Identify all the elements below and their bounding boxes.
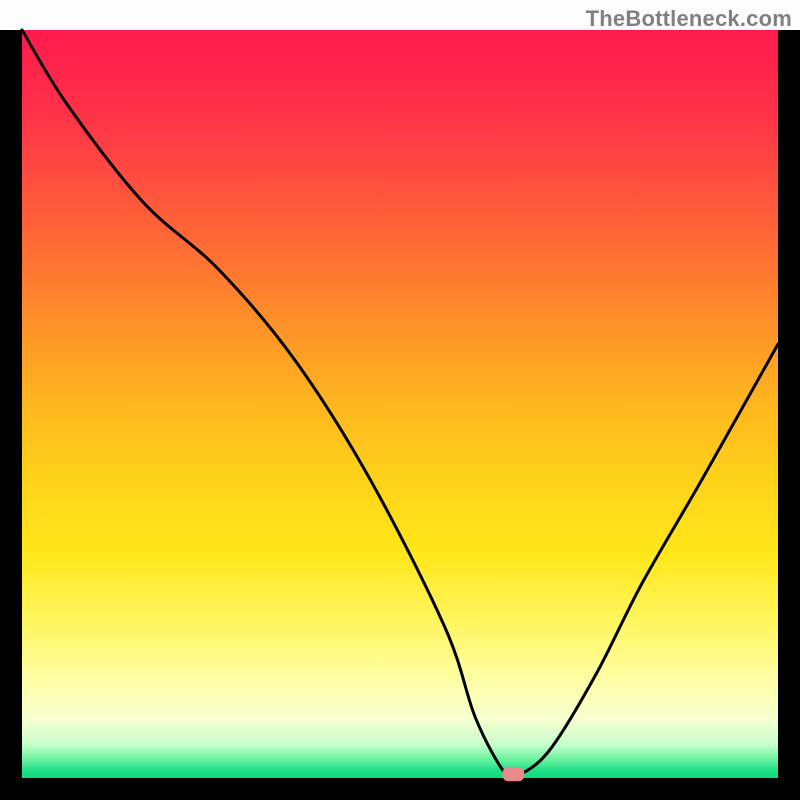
chart-border-segment <box>778 0 800 800</box>
chart-border-segment <box>0 0 22 800</box>
chart-background <box>22 30 778 778</box>
chart-frame: TheBottleneck.com <box>0 0 800 800</box>
watermark-label: TheBottleneck.com <box>586 6 792 32</box>
optimal-marker <box>502 767 524 781</box>
chart-border-segment <box>0 778 800 800</box>
bottleneck-curve-chart <box>0 0 800 800</box>
